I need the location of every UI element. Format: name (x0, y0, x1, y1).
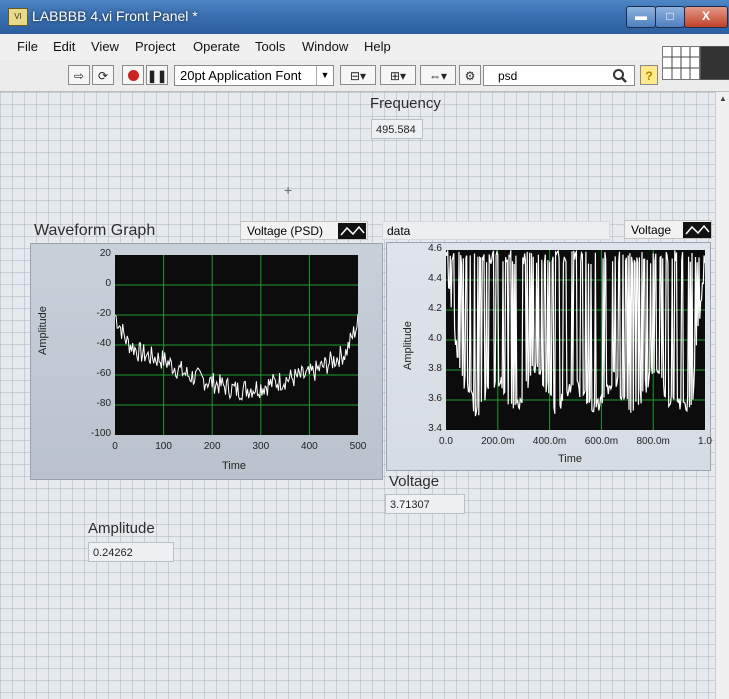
menu-operate[interactable]: Operate (193, 39, 240, 54)
y-tick-label: 3.6 (428, 393, 442, 404)
run-continuously-icon[interactable]: ⟳ (92, 65, 114, 85)
y-tick-label: 4.0 (428, 333, 442, 344)
vi-icon[interactable] (700, 46, 729, 80)
font-select-value: 20pt Application Font (180, 68, 302, 83)
distribute-objects-icon[interactable]: ⊞▾ (380, 65, 416, 85)
y-tick-label: -40 (96, 338, 111, 349)
voltage-indicator[interactable]: 3.71307 (385, 494, 465, 514)
menu-project[interactable]: Project (135, 39, 175, 54)
menu-edit[interactable]: Edit (53, 39, 75, 54)
waveform-graph-x-title: Time (222, 460, 247, 472)
voltage-label: Voltage (389, 473, 440, 490)
title-bar[interactable]: VI LABBBB 4.vi Front Panel * ▬ □ X (0, 0, 729, 34)
help-icon[interactable]: ? (640, 65, 658, 85)
frequency-label: Frequency (370, 95, 441, 112)
data-graph-legend-swatch (683, 222, 711, 238)
x-tick-label: 300 (252, 441, 270, 452)
x-tick-label: 600.0m (584, 436, 619, 447)
x-tick-label: 400.0m (532, 436, 567, 447)
pause-icon[interactable]: ❚❚ (146, 65, 168, 85)
amplitude-label: Amplitude (88, 520, 155, 537)
x-tick-label: 0 (112, 441, 118, 452)
x-tick-label: 200.0m (481, 436, 515, 447)
search-value: psd (498, 69, 518, 83)
waveform-graph-y-title: Amplitude (37, 306, 49, 355)
series-line-voltage (445, 249, 706, 417)
y-tick-label: 3.4 (428, 423, 442, 434)
connector-pane-icon[interactable] (662, 46, 700, 80)
close-button[interactable]: X (684, 6, 728, 28)
maximize-button[interactable]: □ (655, 6, 685, 28)
toolbar: ⇨ ⟳ ❚❚ 20pt Application Font ▼ ⊟▾ ⊞▾ ⇔▾ … (0, 60, 729, 92)
x-tick-label: 800.0m (636, 436, 670, 447)
menu-bar: File Edit View Project Operate Tools Win… (0, 34, 729, 61)
y-tick-label: 20 (99, 248, 111, 259)
resize-objects-icon[interactable]: ⇔▾ (420, 65, 456, 85)
data-graph-label: data (387, 224, 411, 238)
crosshair-cursor-icon: + (284, 182, 293, 198)
chevron-down-icon: ▼ (316, 66, 333, 85)
y-tick-label: 4.4 (428, 273, 442, 284)
x-tick-label: 100 (155, 441, 172, 452)
waveform-graph-legend-name: Voltage (PSD) (247, 224, 324, 238)
data-graph-legend[interactable]: Voltage (624, 220, 712, 239)
vertical-scrollbar[interactable]: ▲ (715, 92, 729, 699)
y-tick-label: 3.8 (428, 363, 442, 374)
search-icon[interactable] (612, 68, 628, 84)
x-tick-label: 400 (301, 441, 318, 452)
waveform-graph-legend[interactable]: Voltage (PSD) (240, 221, 368, 240)
data-graph-plot (445, 249, 706, 430)
labview-vi-icon: VI (8, 8, 28, 26)
data-graph-label-box: data (382, 221, 610, 240)
menu-file[interactable]: File (17, 39, 38, 54)
menu-view[interactable]: View (91, 39, 119, 54)
waveform-graph-legend-swatch (338, 223, 366, 239)
y-tick-label: -100 (90, 428, 111, 439)
x-tick-label: 200 (203, 441, 221, 452)
x-tick-label: 1.0 (698, 436, 712, 447)
waveform-graph-plot (114, 255, 359, 435)
scroll-up-icon[interactable]: ▲ (716, 92, 729, 106)
y-tick-label: -60 (96, 368, 111, 379)
y-tick-label: -20 (96, 308, 111, 319)
reorder-icon[interactable]: ⚙ (459, 65, 481, 85)
y-tick-label: 0 (105, 278, 111, 289)
window-title: LABBBB 4.vi Front Panel * (32, 8, 198, 24)
waveform-graph-plot-area[interactable] (114, 255, 359, 435)
plot-grid (115, 255, 358, 435)
menu-window[interactable]: Window (302, 39, 348, 54)
waveform-graph-label: Waveform Graph (34, 222, 156, 239)
menu-help[interactable]: Help (364, 39, 391, 54)
data-graph-plot-area[interactable] (445, 249, 706, 430)
data-graph-x-title: Time (558, 453, 583, 465)
font-select[interactable]: 20pt Application Font ▼ (174, 65, 334, 86)
data-graph-y-title: Amplitude (402, 321, 414, 370)
abort-icon[interactable] (122, 65, 144, 85)
series-line-voltage-psd- (114, 313, 359, 401)
y-tick-label: 4.6 (428, 243, 442, 254)
labview-front-panel-window: VI LABBBB 4.vi Front Panel * ▬ □ X File … (0, 0, 729, 699)
y-tick-label: 4.2 (428, 303, 442, 314)
x-tick-label: 0.0 (439, 436, 453, 447)
amplitude-indicator[interactable]: 0.24262 (88, 542, 174, 562)
search-input[interactable]: psd (483, 65, 635, 86)
frequency-indicator[interactable]: 495.584 (371, 119, 423, 139)
run-arrow-icon[interactable]: ⇨ (68, 65, 90, 85)
minimize-button[interactable]: ▬ (626, 6, 656, 28)
x-tick-label: 500 (349, 441, 367, 452)
menu-tools[interactable]: Tools (255, 39, 285, 54)
data-graph-legend-name: Voltage (631, 223, 672, 237)
y-tick-label: -80 (96, 398, 111, 409)
align-objects-icon[interactable]: ⊟▾ (340, 65, 376, 85)
